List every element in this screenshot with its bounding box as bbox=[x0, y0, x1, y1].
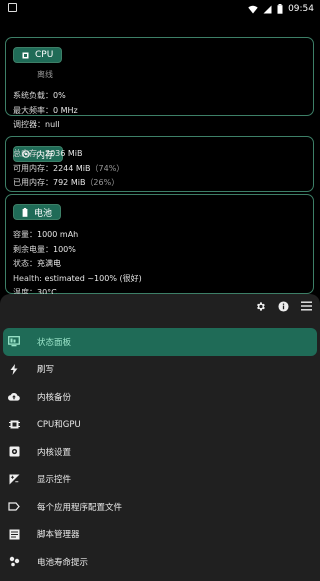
settings-square-icon bbox=[8, 446, 20, 458]
cpu-icon bbox=[22, 52, 29, 59]
battery-state-row: 状态：充满电 bbox=[13, 259, 61, 268]
menu-item-flash[interactable]: 刷写 bbox=[0, 356, 320, 384]
menu-item-display-controls[interactable]: 显示控件 bbox=[0, 466, 320, 494]
memory-available-row: 可用内存：2244 MiB（74%） bbox=[13, 163, 125, 173]
notification-icon bbox=[8, 3, 17, 12]
cpu-load-row: 系统负载：0% bbox=[13, 91, 66, 100]
battery-icon bbox=[277, 4, 283, 14]
menu-icon[interactable] bbox=[300, 300, 312, 312]
battery-details: 容量：1000 mAh 剩余电量：100% 状态：充满电 Health: est… bbox=[13, 228, 142, 301]
menu-item-dashboard[interactable]: 状态面板 bbox=[3, 328, 317, 356]
menu-label-cpu-gpu: CPU和GPU bbox=[37, 420, 81, 431]
status-bar: 09:54 bbox=[0, 0, 320, 18]
menu-label-battery-tips: 电池寿命提示 bbox=[37, 557, 89, 568]
cpu-card: CPU 离线 系统负载：0% 最大频率：0 MHz 调控器：null bbox=[5, 37, 314, 129]
battery-card-title: 电池 bbox=[34, 208, 53, 219]
info-icon[interactable] bbox=[277, 300, 289, 312]
battery-level-row: 剩余电量：100% bbox=[13, 244, 76, 254]
wifi-icon bbox=[248, 5, 258, 14]
menu-label-kernel-backup: 内核备份 bbox=[37, 392, 72, 403]
menu-item-battery-tips[interactable]: 电池寿命提示 bbox=[0, 548, 320, 576]
cpu-card-title: CPU bbox=[35, 50, 54, 60]
menu-label-script-manager: 脚本管理器 bbox=[37, 530, 80, 541]
cpu-card-header: CPU bbox=[13, 47, 63, 63]
battery-tips-icon bbox=[8, 556, 20, 568]
menu-label-flash: 刷写 bbox=[37, 365, 55, 376]
clock: 09:54 bbox=[288, 4, 314, 14]
cloud-upload-icon bbox=[8, 391, 20, 403]
battery-capacity-row: 容量：1000 mAh bbox=[13, 230, 79, 239]
gear-icon[interactable] bbox=[254, 300, 266, 312]
menu-label-per-app-profiles: 每个应用程序配置文件 bbox=[37, 502, 123, 513]
battery-status-icon bbox=[22, 207, 28, 217]
menu-item-script-manager[interactable]: 脚本管理器 bbox=[0, 521, 320, 549]
label-icon bbox=[8, 501, 20, 513]
menu-item-cpu-gpu[interactable]: CPU和GPU bbox=[0, 411, 320, 439]
display-icon bbox=[8, 473, 20, 485]
memory-total-row: 总内存：3036 MiB bbox=[13, 149, 83, 158]
menu-label-display-controls: 显示控件 bbox=[37, 475, 72, 486]
cpu-governor-row: 调控器：null bbox=[13, 120, 60, 129]
cpu-state: 离线 bbox=[37, 70, 53, 79]
cpu-max-freq-row: 最大频率：0 MHz bbox=[13, 105, 78, 115]
menu-label-dashboard: 状态面板 bbox=[37, 337, 72, 348]
drawer-menu: 状态面板 刷写 内核备份 CPU和GPU 内核设置 显示控件 每个应用程序配置文… bbox=[0, 328, 320, 576]
drawer-toolbar bbox=[254, 300, 312, 312]
menu-item-kernel-backup[interactable]: 内核备份 bbox=[0, 383, 320, 411]
battery-health-row: Health: estimated ~100% (很好) bbox=[13, 273, 142, 283]
memory-used-row: 已用内存：792 MiB（26%） bbox=[13, 178, 120, 187]
dashboard-icon bbox=[8, 336, 20, 348]
flash-icon bbox=[8, 363, 20, 375]
memory-card: 内存 总内存：3036 MiB 可用内存：2244 MiB（74%） 已用内存：… bbox=[5, 136, 314, 192]
signal-icon bbox=[263, 5, 272, 14]
navigation-drawer: 状态面板 刷写 内核备份 CPU和GPU 内核设置 显示控件 每个应用程序配置文… bbox=[0, 294, 320, 581]
menu-item-per-app-profiles[interactable]: 每个应用程序配置文件 bbox=[0, 493, 320, 521]
menu-item-kernel-settings[interactable]: 内核设置 bbox=[0, 438, 320, 466]
memory-details: 总内存：3036 MiB 可用内存：2244 MiB（74%） 已用内存：792… bbox=[13, 147, 124, 191]
battery-card-header: 电池 bbox=[13, 204, 62, 220]
battery-card: 电池 容量：1000 mAh 剩余电量：100% 状态：充满电 Health: … bbox=[5, 194, 314, 297]
cpu-details: 系统负载：0% 最大频率：0 MHz 调控器：null bbox=[13, 89, 78, 133]
menu-label-kernel-settings: 内核设置 bbox=[37, 447, 72, 458]
status-bar-right: 09:54 bbox=[248, 2, 314, 16]
chip-icon bbox=[8, 418, 20, 430]
script-icon bbox=[8, 528, 20, 540]
